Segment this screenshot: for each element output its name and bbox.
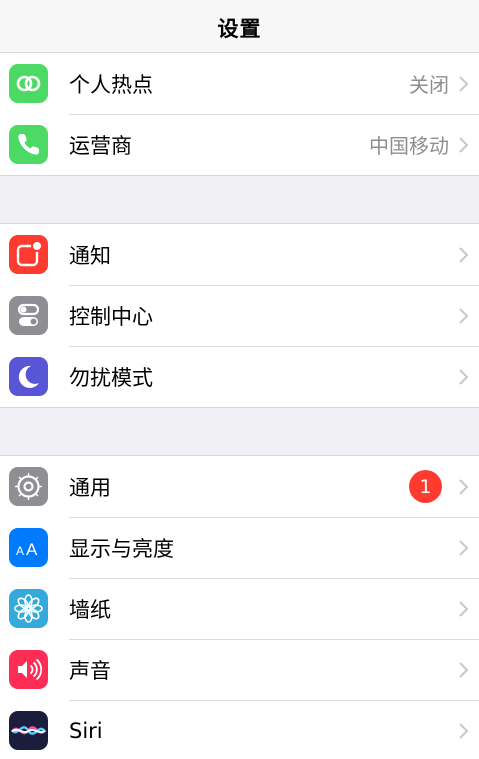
settings-row-sounds[interactable]: 声音 xyxy=(0,639,479,700)
settings-group-network: 个人热点 关闭 运营商 中国移动 xyxy=(0,52,479,176)
chevron-right-icon xyxy=(459,307,469,324)
chevron-right-icon xyxy=(459,246,469,263)
settings-row-label: 显示与亮度 xyxy=(69,536,174,561)
settings-row-do-not-disturb[interactable]: 勿扰模式 xyxy=(0,346,479,407)
chevron-right-icon xyxy=(459,136,469,153)
gear-icon xyxy=(9,467,48,506)
settings-row-personal-hotspot[interactable]: 个人热点 关闭 xyxy=(0,53,479,114)
phone-icon xyxy=(9,125,48,164)
settings-row-label: 勿扰模式 xyxy=(69,365,153,390)
chevron-right-icon xyxy=(459,75,469,92)
settings-row-carrier[interactable]: 运营商 中国移动 xyxy=(0,114,479,175)
update-count-badge: 1 xyxy=(409,470,442,503)
display-aa-icon: A A xyxy=(9,528,48,567)
chevron-right-icon xyxy=(459,600,469,617)
page-title: 设置 xyxy=(217,16,262,41)
settings-row-label: 通知 xyxy=(69,243,111,268)
settings-row-label: Siri xyxy=(69,718,103,743)
settings-row-display-brightness[interactable]: A A 显示与亮度 xyxy=(0,517,479,578)
navigation-bar: 设置 xyxy=(0,0,479,56)
chevron-right-icon xyxy=(459,478,469,495)
hotspot-icon xyxy=(9,64,48,103)
settings-row-general[interactable]: 通用 1 xyxy=(0,456,479,517)
control-center-icon xyxy=(9,296,48,335)
flower-icon xyxy=(9,589,48,628)
siri-icon xyxy=(9,711,48,750)
settings-row-label: 个人热点 xyxy=(69,72,153,97)
settings-group-general: 通用 1 A A 显示与亮度 墙纸 声音 Siri xyxy=(0,455,479,759)
chevron-right-icon xyxy=(459,661,469,678)
svg-text:A: A xyxy=(26,540,38,559)
speaker-icon xyxy=(9,650,48,689)
chevron-right-icon xyxy=(459,368,469,385)
settings-row-label: 墙纸 xyxy=(69,597,111,622)
notifications-icon xyxy=(9,235,48,274)
settings-row-siri[interactable]: Siri xyxy=(0,700,479,759)
settings-row-value: 关闭 xyxy=(409,73,449,97)
settings-row-wallpaper[interactable]: 墙纸 xyxy=(0,578,479,639)
svg-text:A: A xyxy=(16,544,24,558)
settings-row-control-center[interactable]: 控制中心 xyxy=(0,285,479,346)
settings-row-label: 控制中心 xyxy=(69,304,153,329)
settings-row-label: 通用 xyxy=(69,475,111,500)
settings-group-notifications: 通知 控制中心 勿扰模式 xyxy=(0,223,479,408)
settings-row-notifications[interactable]: 通知 xyxy=(0,224,479,285)
chevron-right-icon xyxy=(459,539,469,556)
chevron-right-icon xyxy=(459,722,469,739)
settings-row-value: 中国移动 xyxy=(369,134,449,158)
moon-icon xyxy=(9,357,48,396)
settings-row-label: 运营商 xyxy=(69,133,132,158)
settings-screen: 设置 个人热点 关闭 运营商 中国移动 通知 控制中心 勿扰模式 通用 1 A … xyxy=(0,0,479,759)
settings-row-label: 声音 xyxy=(69,658,111,683)
